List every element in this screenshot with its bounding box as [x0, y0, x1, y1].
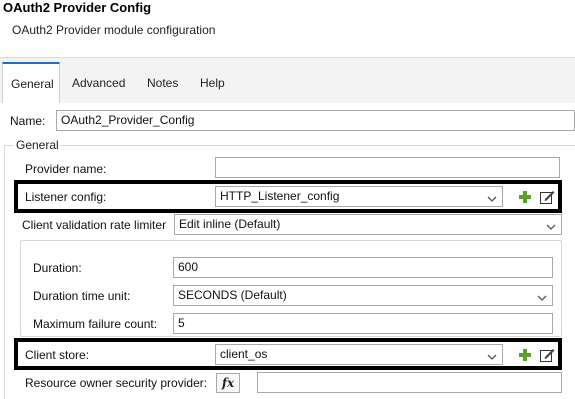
general-group-border-top-right	[60, 145, 575, 146]
dialog-subtitle: OAuth2 Provider module configuration	[12, 23, 216, 37]
tab-notes-label: Notes	[147, 76, 179, 90]
client-store-value: client_os	[220, 347, 268, 361]
chevron-down-icon	[546, 219, 556, 230]
resource-owner-input[interactable]	[257, 372, 562, 393]
listener-config-label: Listener config:	[25, 190, 107, 204]
client-store-label: Client store:	[25, 348, 90, 362]
tab-general-label: General	[11, 77, 54, 91]
tab-notes[interactable]: Notes	[139, 63, 186, 103]
tab-general[interactable]: General	[2, 62, 60, 103]
chevron-down-icon	[487, 191, 497, 202]
tab-help[interactable]: Help	[192, 63, 233, 103]
edit-icon[interactable]	[539, 347, 555, 363]
duration-label: Duration:	[33, 261, 82, 275]
rate-limiter-select[interactable]: Edit inline (Default)	[174, 214, 562, 235]
dialog-title: OAuth2 Provider Config	[3, 0, 152, 15]
listener-config-value: HTTP_Listener_config	[220, 189, 340, 203]
tab-advanced-label: Advanced	[72, 76, 126, 90]
expression-toggle-button[interactable]: fx	[216, 373, 240, 393]
provider-name-label: Provider name:	[25, 162, 107, 176]
general-group-title: General	[16, 138, 59, 152]
duration-input[interactable]: 600	[173, 257, 553, 278]
rate-limiter-value: Edit inline (Default)	[179, 217, 281, 231]
provider-name-input[interactable]	[215, 157, 560, 178]
chevron-down-icon	[487, 349, 497, 360]
tab-advanced[interactable]: Advanced	[64, 63, 133, 103]
rate-limiter-label: Client validation rate limiter	[22, 218, 167, 232]
general-group-border-left	[4, 145, 5, 399]
max-failure-input[interactable]: 5	[173, 313, 553, 334]
name-input[interactable]: OAuth2_Provider_Config	[56, 110, 575, 131]
edit-icon[interactable]	[539, 189, 555, 205]
listener-config-select[interactable]: HTTP_Listener_config	[215, 186, 503, 207]
duration-unit-select[interactable]: SECONDS (Default)	[173, 285, 553, 306]
max-failure-label: Maximum failure count:	[33, 317, 158, 331]
duration-unit-label: Duration time unit:	[33, 289, 131, 303]
chevron-down-icon	[537, 290, 547, 301]
name-label: Name:	[10, 114, 46, 128]
client-store-select[interactable]: client_os	[215, 344, 503, 365]
duration-unit-value: SECONDS (Default)	[178, 288, 287, 302]
general-group-border-top-left	[4, 145, 14, 146]
add-icon[interactable]	[517, 347, 533, 363]
tab-help-label: Help	[200, 76, 225, 90]
add-icon[interactable]	[517, 189, 533, 205]
resource-owner-label: Resource owner security provider:	[25, 376, 208, 390]
